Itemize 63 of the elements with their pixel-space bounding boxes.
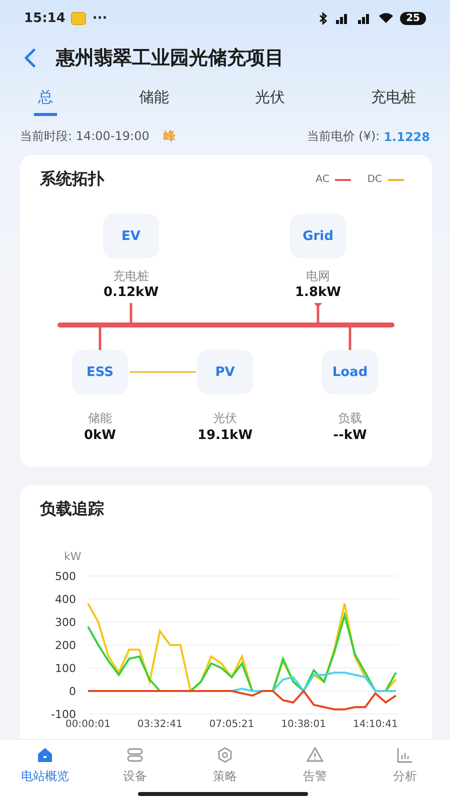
node-value: 19.1kW: [196, 428, 254, 443]
legend-label: AC: [316, 174, 330, 185]
axis-label: 400: [55, 593, 76, 606]
connector-line: [98, 327, 102, 350]
axis-label: 500: [55, 570, 76, 583]
connector-line: [130, 371, 196, 373]
nav-item[interactable]: 电站概览: [5, 740, 85, 800]
card-title: 系统拓扑: [40, 169, 106, 190]
tab[interactable]: 总: [34, 80, 57, 116]
nav-item[interactable]: 告警: [275, 740, 355, 800]
node-name: 负载: [337, 410, 363, 427]
axis-label: 10:38:01: [281, 719, 326, 730]
peak-tag: 峰: [163, 128, 176, 145]
connector-line: [348, 327, 352, 350]
node-value: 0.12kW: [102, 285, 160, 300]
node-value: 1.8kW: [294, 285, 342, 300]
node-name: 充电桩: [112, 268, 150, 285]
axis-label: 0: [69, 685, 76, 698]
legend-label: DC: [367, 174, 382, 185]
tab[interactable]: 光伏: [251, 80, 289, 116]
axis-label: 200: [55, 639, 76, 652]
axis-label: 100: [55, 662, 76, 675]
axis-label: 03:32:41: [137, 719, 182, 730]
notification-icon: [71, 12, 86, 24]
axis-unit: kW: [64, 550, 82, 563]
node-value: --kW: [332, 428, 368, 443]
node-value: 0kW: [82, 428, 118, 443]
axis-label: 07:05:21: [209, 719, 254, 730]
nav-item[interactable]: 分析: [365, 740, 445, 800]
status-time: 15:14: [24, 10, 66, 26]
warning-icon: [306, 746, 324, 764]
period-text: 当前时段: 14:00-19:00: [20, 128, 150, 145]
node-name: 电网: [305, 268, 331, 285]
node-box[interactable]: Grid: [290, 214, 346, 258]
battery-indicator: 25: [400, 12, 426, 24]
tab[interactable]: 充电桩: [367, 80, 420, 116]
card-title: 负载追踪: [40, 499, 105, 520]
bar-chart-icon: [396, 746, 414, 764]
axis-label: 14:10:41: [352, 719, 398, 730]
page-title: 惠州翡翠工业园光储充项目: [56, 46, 284, 71]
connector-arrow: [314, 303, 322, 323]
axis-label: -100: [51, 708, 76, 721]
node-box[interactable]: PV: [197, 350, 253, 394]
nav-item[interactable]: 策略: [185, 740, 265, 800]
back-icon[interactable]: [24, 48, 36, 68]
home-icon: [36, 746, 54, 764]
connector-line: [130, 303, 132, 323]
device-icon: [126, 746, 144, 764]
node-name: 储能: [87, 410, 113, 427]
nav-item[interactable]: 设备: [95, 740, 175, 800]
node-box[interactable]: ESS: [72, 350, 128, 394]
price-value: 1.1228: [384, 130, 430, 144]
node-box[interactable]: Load: [322, 350, 378, 394]
gear-icon: [216, 746, 234, 764]
node-box[interactable]: EV: [103, 214, 159, 258]
tab[interactable]: 储能: [135, 80, 173, 116]
axis-label: 300: [55, 616, 76, 629]
price-label: 当前电价 (¥):: [306, 128, 380, 145]
more-indicator: ···: [92, 10, 108, 26]
bluetooth-icon: [318, 12, 328, 24]
node-name: 光伏: [212, 410, 238, 427]
axis-label: 00:00:01: [66, 719, 110, 730]
wifi-icon: [378, 12, 394, 24]
